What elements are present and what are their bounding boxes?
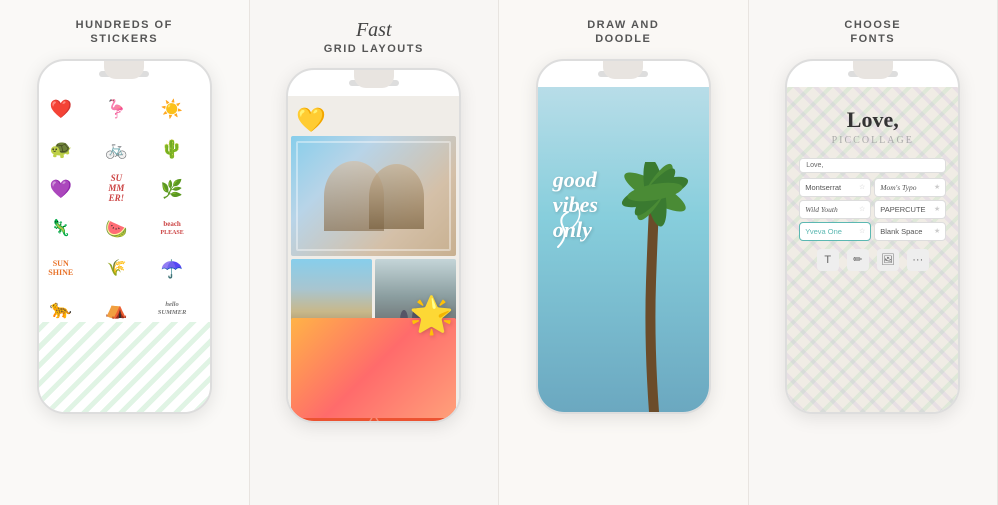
sticker-bike: 🚲: [98, 131, 134, 167]
font-option-yveva[interactable]: Yveva One ☆: [799, 222, 871, 241]
font-option-moms-typo[interactable]: Mom's Typo ★: [874, 178, 946, 197]
phone-stickers: ❤️ 🦩 ☀️ 🐢 🚲 🌵 💜 SUMMER! 🌿 🦎 🍉: [37, 59, 212, 414]
phone-draw: goodvibesonly: [536, 59, 711, 414]
font-star-2: ★: [934, 183, 940, 191]
phone-notch: [104, 61, 144, 79]
stripe-green: [39, 322, 210, 412]
phone-draw-content: goodvibesonly: [538, 87, 709, 412]
sticker-lizard: 🦎: [43, 211, 79, 247]
font-option-wild-youth[interactable]: Wild Youth ☆: [799, 200, 871, 219]
panel-draw: DRAW AND DOODLE goodvibesonly: [499, 0, 749, 505]
phone-stickers-content: ❤️ 🦩 ☀️ 🐢 🚲 🌵 💜 SUMMER! 🌿 🦎 🍉: [39, 87, 210, 412]
font-star-4: ★: [934, 205, 940, 213]
sticker-plant: 🌾: [98, 251, 134, 287]
panel-fonts-title: CHOOSE FONTS: [844, 18, 901, 47]
phone-fonts-content: Love, PICCOLLAGE Love, Montserrat ☆ Mom'…: [787, 87, 958, 412]
sticker-cactus: 🌵: [154, 131, 190, 167]
sticker-watermelon: 🍉: [98, 211, 134, 247]
sticker-grid: ❤️ 🦩 ☀️ 🐢 🚲 🌵 💜 SUMMER! 🌿 🦎 🍉: [39, 87, 210, 331]
sticker-flamingo: 🦩: [98, 91, 134, 127]
fonts-love-text: Love,: [847, 107, 899, 133]
panel-grid-title: Fast GRID LAYOUTS: [324, 18, 424, 56]
image-tool-icon[interactable]: 🖼: [877, 249, 899, 271]
sticker-leaf: 🌿: [154, 171, 190, 207]
panel-stickers: HUNDREDS OF STICKERS ❤️ 🦩 ☀️ 🐢 🚲 🌵 💜: [0, 0, 250, 505]
font-options-grid: Montserrat ☆ Mom's Typo ★ Wild Youth ☆: [799, 178, 946, 241]
font-input[interactable]: Love,: [799, 158, 946, 173]
sticker-leopard: 🐆: [43, 291, 79, 327]
sticker-summer-text: SUMMER!: [98, 171, 134, 207]
phone-notch-4: [853, 61, 893, 79]
font-star-1: ☆: [859, 183, 865, 191]
text-tool-icon[interactable]: T: [817, 249, 839, 271]
phone-fonts: Love, PICCOLLAGE Love, Montserrat ☆ Mom'…: [785, 59, 960, 414]
fonts-brand-text: PICCOLLAGE: [832, 135, 914, 146]
sticker-turtle: 🐢: [43, 131, 79, 167]
doodle-lines: [538, 87, 709, 412]
panel-fonts: CHOOSE FONTS Love, PICCOLLAGE Love, Mo: [749, 0, 998, 505]
sticker-beach: beachPLEASE: [154, 211, 190, 247]
sticker-sunshine: SUNSHINE: [43, 251, 79, 287]
phone-grid-content: 💛: [288, 96, 459, 421]
heart-gold-sticker: 💛: [296, 106, 326, 135]
font-star-3: ☆: [859, 205, 865, 213]
sticker-hello-summer: helloSUMMER: [154, 291, 190, 327]
font-option-blank-space[interactable]: Blank Space ★: [874, 222, 946, 241]
sticker-tent: ⛺: [98, 291, 134, 327]
panel-grid: Fast GRID LAYOUTS 💛: [250, 0, 500, 505]
fonts-main-content: Love, PICCOLLAGE Love, Montserrat ☆ Mom'…: [787, 87, 958, 279]
sticker-heart: ❤️: [43, 91, 79, 127]
pen-tool-icon[interactable]: ✏: [847, 249, 869, 271]
sticker-hearts: 💜: [43, 171, 79, 207]
fonts-background: Love, PICCOLLAGE Love, Montserrat ☆ Mom'…: [787, 87, 958, 412]
more-tool-icon[interactable]: ···: [907, 249, 929, 271]
sun-sticker: 🌟: [409, 294, 454, 336]
font-option-montserrat[interactable]: Montserrat ☆: [799, 178, 871, 197]
panel-draw-title: DRAW AND DOODLE: [587, 18, 659, 47]
phone-grid: 💛: [286, 68, 461, 423]
stickers-background: ❤️ 🦩 ☀️ 🐢 🚲 🌵 💜 SUMMER! 🌿 🦎 🍉: [39, 87, 210, 412]
panel-stickers-title: HUNDREDS OF STICKERS: [76, 18, 173, 47]
font-star-6: ★: [934, 227, 940, 235]
font-toolbar: T ✏ 🖼 ···: [817, 249, 929, 271]
grid-photo-girls: [291, 136, 456, 256]
phone-notch-2: [354, 70, 394, 88]
sticker-umbrella: ☂️: [154, 251, 190, 287]
draw-background: goodvibesonly: [538, 87, 709, 412]
phone-notch-3: [603, 61, 643, 79]
sticker-sun: ☀️: [154, 91, 190, 127]
font-option-papercute[interactable]: PAPERCUTE ★: [874, 200, 946, 219]
font-star-5: ☆: [859, 227, 865, 235]
